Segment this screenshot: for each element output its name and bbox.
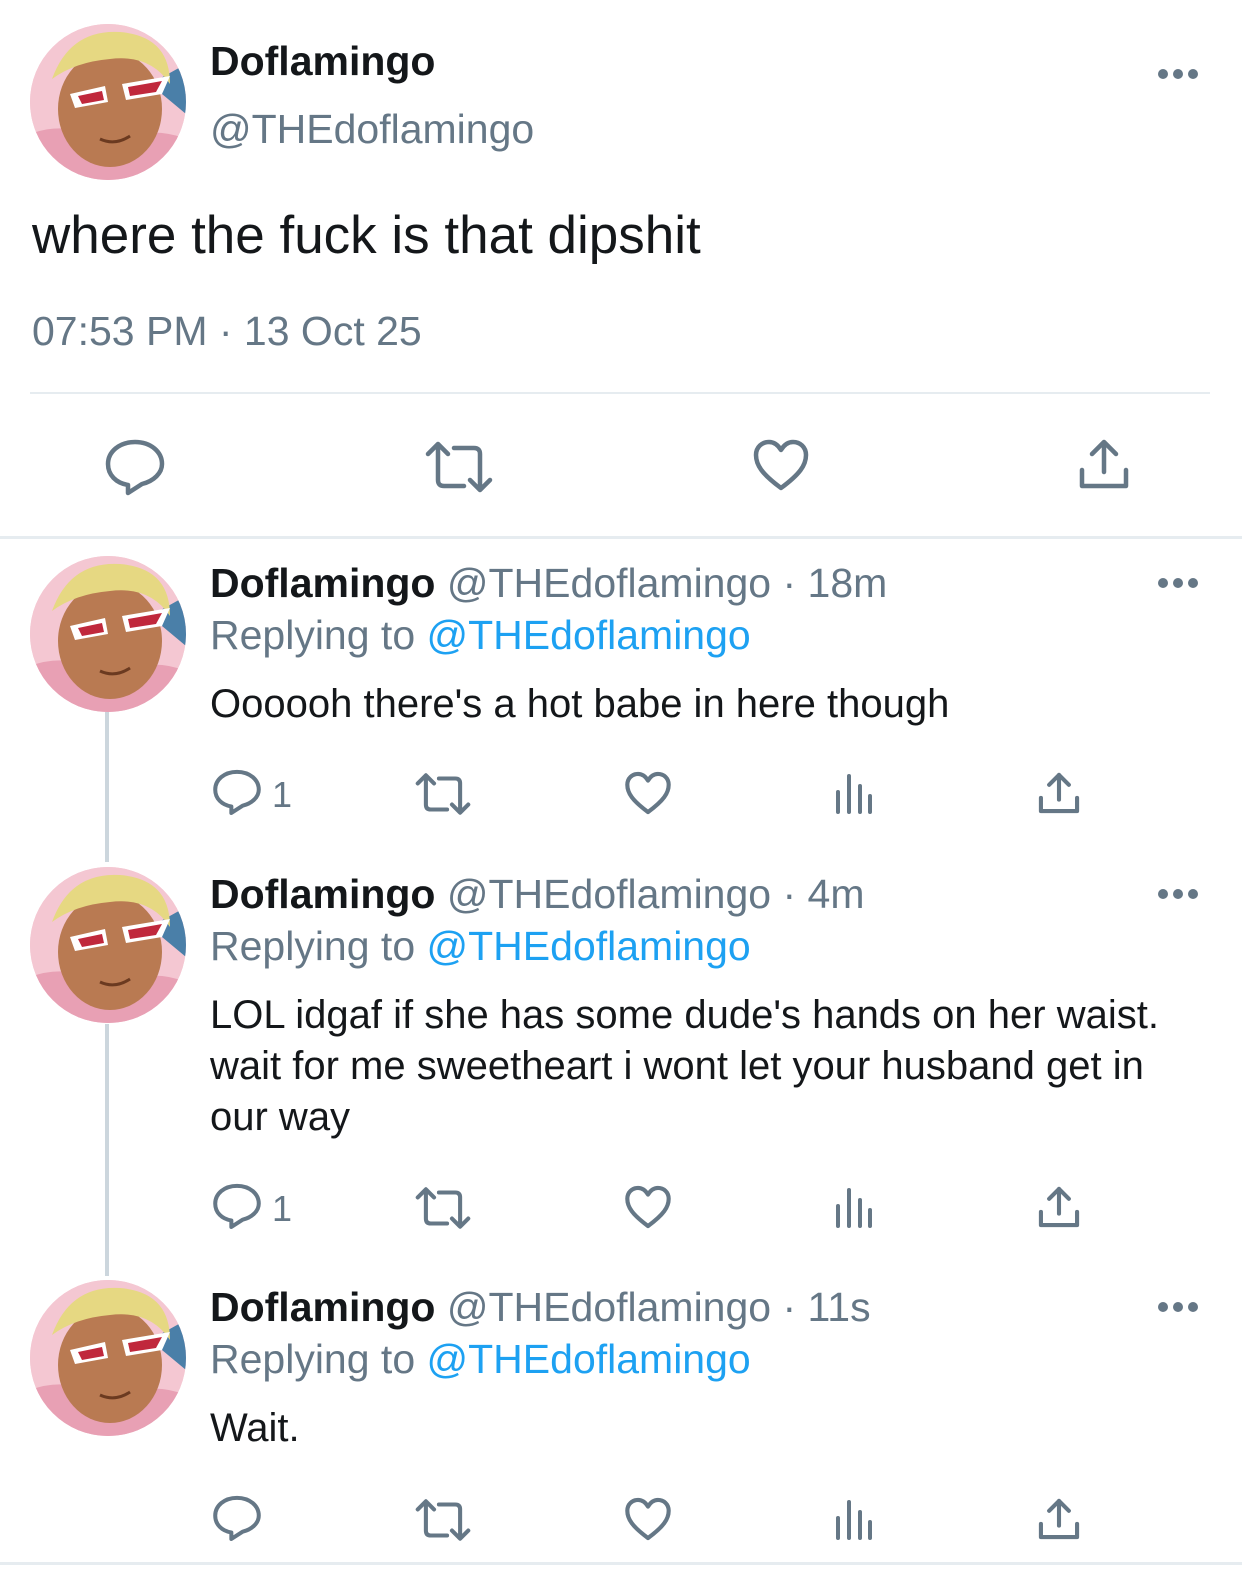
bottom-divider — [0, 1562, 1242, 1565]
display-name[interactable]: Doflamingo — [210, 38, 435, 85]
retweet-icon[interactable] — [414, 1186, 472, 1230]
user-handle[interactable]: @THEdoflamingo — [210, 106, 534, 153]
reply-text: LOL idgaf if she has some dude's hands o… — [210, 993, 1159, 1139]
avatar[interactable] — [30, 24, 186, 180]
handle-and-time: @THEdoflamingo · 11s — [446, 1284, 871, 1330]
reply-icon[interactable] — [212, 1182, 262, 1230]
display-name[interactable]: Doflamingo — [210, 1284, 435, 1330]
divider — [30, 392, 1210, 394]
reply-count: 1 — [272, 774, 293, 815]
reply-icon[interactable] — [104, 438, 166, 496]
more-options-icon[interactable] — [1158, 69, 1198, 81]
avatar[interactable] — [30, 1280, 186, 1436]
reply-count: 1 — [272, 1188, 293, 1229]
thread-line — [105, 1024, 109, 1276]
replying-handle-link[interactable]: @THEdoflamingo — [427, 612, 751, 658]
share-icon[interactable] — [1036, 770, 1082, 816]
display-name[interactable]: Doflamingo — [210, 560, 435, 606]
replying-prefix: Replying to — [210, 612, 427, 658]
thread-line — [105, 712, 109, 862]
reply-text: Oooooh there's a hot babe in here though — [210, 682, 950, 726]
reply-header: Doflamingo @THEdoflamingo · 18m — [210, 560, 887, 607]
section-divider — [0, 536, 1242, 539]
replying-handle-link[interactable]: @THEdoflamingo — [427, 923, 751, 969]
reply-header: Doflamingo @THEdoflamingo · 4m — [210, 871, 864, 918]
replying-to: Replying to @THEdoflamingo — [210, 923, 751, 970]
like-icon[interactable] — [624, 770, 672, 816]
avatar[interactable] — [30, 867, 186, 1023]
share-icon[interactable] — [1076, 436, 1132, 492]
handle-and-time: @THEdoflamingo · 18m — [446, 560, 888, 606]
handle-and-time: @THEdoflamingo · 4m — [446, 871, 865, 917]
reply-icon[interactable] — [212, 768, 262, 816]
analytics-icon[interactable] — [834, 772, 874, 814]
retweet-icon[interactable] — [424, 440, 494, 494]
share-icon[interactable] — [1036, 1184, 1082, 1230]
reply-text: Wait. — [210, 1406, 300, 1450]
avatar[interactable] — [30, 556, 186, 712]
analytics-icon[interactable] — [834, 1186, 874, 1228]
retweet-icon[interactable] — [414, 1498, 472, 1542]
like-icon[interactable] — [624, 1184, 672, 1230]
replying-to: Replying to @THEdoflamingo — [210, 1336, 751, 1383]
tweet-text: where the fuck is that dipshit — [32, 206, 701, 265]
more-options-icon[interactable] — [1158, 889, 1198, 901]
more-options-icon[interactable] — [1158, 1302, 1198, 1314]
replying-prefix: Replying to — [210, 923, 427, 969]
display-name[interactable]: Doflamingo — [210, 871, 435, 917]
retweet-icon[interactable] — [414, 772, 472, 816]
tweet-timestamp: 07:53 PM · 13 Oct 25 — [32, 308, 422, 354]
share-icon[interactable] — [1036, 1496, 1082, 1542]
replying-prefix: Replying to — [210, 1336, 427, 1382]
analytics-icon[interactable] — [834, 1498, 874, 1540]
reply-header: Doflamingo @THEdoflamingo · 11s — [210, 1284, 871, 1331]
like-icon[interactable] — [752, 438, 810, 492]
replying-handle-link[interactable]: @THEdoflamingo — [427, 1336, 751, 1382]
reply-icon[interactable] — [212, 1494, 262, 1542]
more-options-icon[interactable] — [1158, 578, 1198, 590]
like-icon[interactable] — [624, 1496, 672, 1542]
replying-to: Replying to @THEdoflamingo — [210, 612, 751, 659]
